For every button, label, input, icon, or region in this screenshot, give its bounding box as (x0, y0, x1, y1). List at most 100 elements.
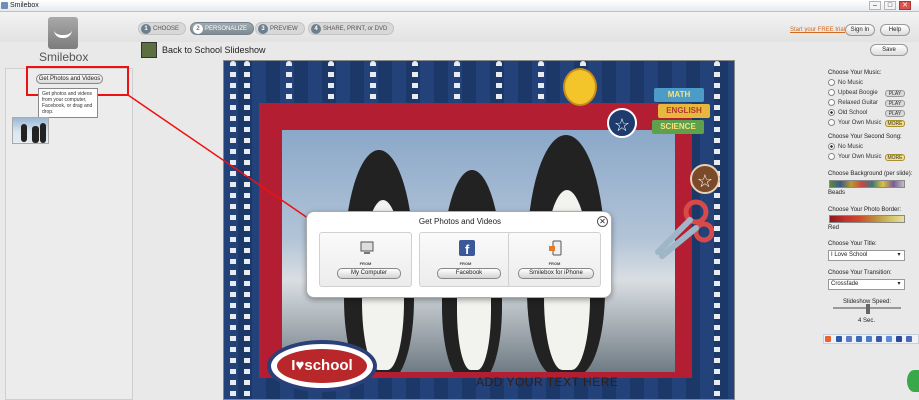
step-label: PREVIEW (270, 26, 298, 32)
star-icon: ☆ (607, 108, 637, 138)
bead-string (538, 61, 544, 103)
help-button[interactable]: Help (880, 24, 910, 36)
background-label: Choose Background (per slide): (828, 171, 913, 177)
iphone-icon (549, 240, 562, 256)
source-facebook[interactable]: f FROM Facebook (419, 232, 512, 287)
music-option-oldschool[interactable]: Old School (828, 109, 867, 118)
bead-string (370, 61, 376, 103)
window-titlebar: Smilebox – □ ✕ (0, 0, 919, 12)
app-icon (1, 2, 8, 9)
ime-voice-icon[interactable] (866, 336, 872, 342)
option-label: Your Own Music (838, 120, 882, 127)
play-button[interactable]: PLAY (885, 90, 905, 97)
free-trial-link[interactable]: Start your FREE trial (790, 27, 845, 33)
music-option-own[interactable]: Your Own Music (828, 119, 881, 128)
badge-text-school: school (304, 357, 353, 374)
side-widget-icon[interactable] (907, 370, 919, 392)
transition-select[interactable]: Crossfade ▾ (828, 279, 905, 290)
slider-handle[interactable] (866, 304, 870, 314)
from-label: FROM (359, 261, 372, 266)
step-number: 4 (311, 24, 321, 34)
save-button[interactable]: Save (870, 44, 908, 56)
second-option-own[interactable]: Your Own Music (828, 153, 881, 162)
more-button[interactable]: MORE (885, 154, 905, 161)
books-sticker: MATH ENGLISH SCIENCE (652, 80, 710, 140)
dialog-close-button[interactable]: ✕ (597, 216, 608, 227)
maximize-button[interactable]: □ (884, 1, 896, 10)
ime-logo-icon[interactable] (825, 336, 831, 342)
get-photos-dialog: Get Photos and Videos ✕ FROM My Computer… (306, 211, 612, 298)
radio[interactable] (828, 119, 835, 126)
my-computer-button[interactable]: My Computer (337, 268, 401, 279)
facebook-icon: f (459, 240, 475, 256)
facebook-button[interactable]: Facebook (437, 268, 501, 279)
select-value: Crossfade (831, 281, 859, 287)
option-label: Your Own Music (838, 154, 882, 161)
title-select[interactable]: I Love School ▾ (828, 250, 905, 261)
step-number: 2 (193, 24, 203, 34)
step-choose[interactable]: 1 CHOOSE (138, 22, 187, 35)
penguin-shape (32, 126, 39, 143)
svg-text:f: f (465, 242, 470, 256)
source-my-computer[interactable]: FROM My Computer (319, 232, 412, 287)
ime-keyboard-icon[interactable] (876, 336, 882, 342)
play-button[interactable]: PLAY (885, 110, 905, 117)
bead-string (244, 61, 250, 399)
bead-string (496, 61, 502, 103)
background-picker[interactable] (829, 180, 905, 188)
smilebox-iphone-button[interactable]: Smilebox for iPhone (518, 268, 594, 279)
step-preview[interactable]: 3 PREVIEW (255, 22, 305, 35)
apple-icon (563, 68, 597, 106)
music-option-upbeat[interactable]: Upbeat Boogie (828, 89, 878, 98)
border-color-picker[interactable] (829, 215, 905, 223)
bead-string (454, 61, 460, 103)
title-label: Choose Your Title: (828, 241, 877, 247)
speed-slider[interactable] (833, 304, 901, 315)
ime-punct-icon[interactable] (846, 336, 852, 342)
photo-thumbnail[interactable] (12, 117, 49, 144)
play-button[interactable]: PLAY (885, 100, 905, 107)
ime-emoji-icon[interactable] (856, 336, 862, 342)
music-option-relaxed[interactable]: Relaxed Guitar (828, 99, 878, 108)
logo-text: Smilebox (39, 50, 89, 64)
step-personalize[interactable]: 2 PERSONALIZE (190, 22, 255, 35)
bead-string (714, 61, 720, 399)
title-badge[interactable]: I♥school (267, 340, 377, 392)
ime-skin-icon[interactable] (886, 336, 892, 342)
page-title: Back to School Slideshow (162, 45, 266, 55)
bead-string (328, 61, 334, 103)
book-math: MATH (654, 88, 704, 102)
chevron-down-icon: ▾ (897, 281, 901, 287)
window-title: Smilebox (10, 2, 39, 9)
computer-icon (360, 241, 374, 254)
radio-selected[interactable] (828, 109, 835, 116)
radio[interactable] (828, 153, 835, 160)
second-option-none[interactable]: No Music (828, 143, 863, 152)
transition-label: Choose Your Transition: (828, 270, 892, 276)
ime-tools-icon[interactable] (896, 336, 902, 342)
scissors-icon (655, 199, 714, 259)
radio[interactable] (828, 89, 835, 96)
radio-selected[interactable] (828, 143, 835, 150)
option-label: No Music (838, 80, 864, 87)
select-value: I Love School (831, 252, 868, 258)
more-button[interactable]: MORE (885, 120, 905, 127)
music-option-none[interactable]: No Music (828, 79, 863, 88)
radio[interactable] (828, 79, 835, 86)
minimize-button[interactable]: – (869, 1, 881, 10)
option-label: No Music (838, 144, 864, 151)
step-share[interactable]: 4 SHARE, PRINT, or DVD (308, 22, 395, 35)
add-text-field[interactable]: ADD YOUR TEXT HERE (476, 375, 618, 389)
background-value: Beads (828, 190, 846, 196)
speed-value: 4 Sec. (858, 318, 876, 324)
penguin-shape (40, 123, 46, 143)
source-iphone[interactable]: FROM Smilebox for iPhone (508, 232, 601, 287)
close-window-button[interactable]: ✕ (899, 1, 911, 10)
sign-in-button[interactable]: Sign In (845, 24, 875, 36)
border-value: Red (828, 225, 840, 231)
get-photos-tooltip: Get photos and videos from your computer… (38, 88, 98, 118)
radio[interactable] (828, 99, 835, 106)
music-label: Choose Your Music: (828, 70, 882, 76)
ime-settings-icon[interactable] (906, 336, 912, 342)
ime-lang-icon[interactable] (836, 336, 842, 342)
